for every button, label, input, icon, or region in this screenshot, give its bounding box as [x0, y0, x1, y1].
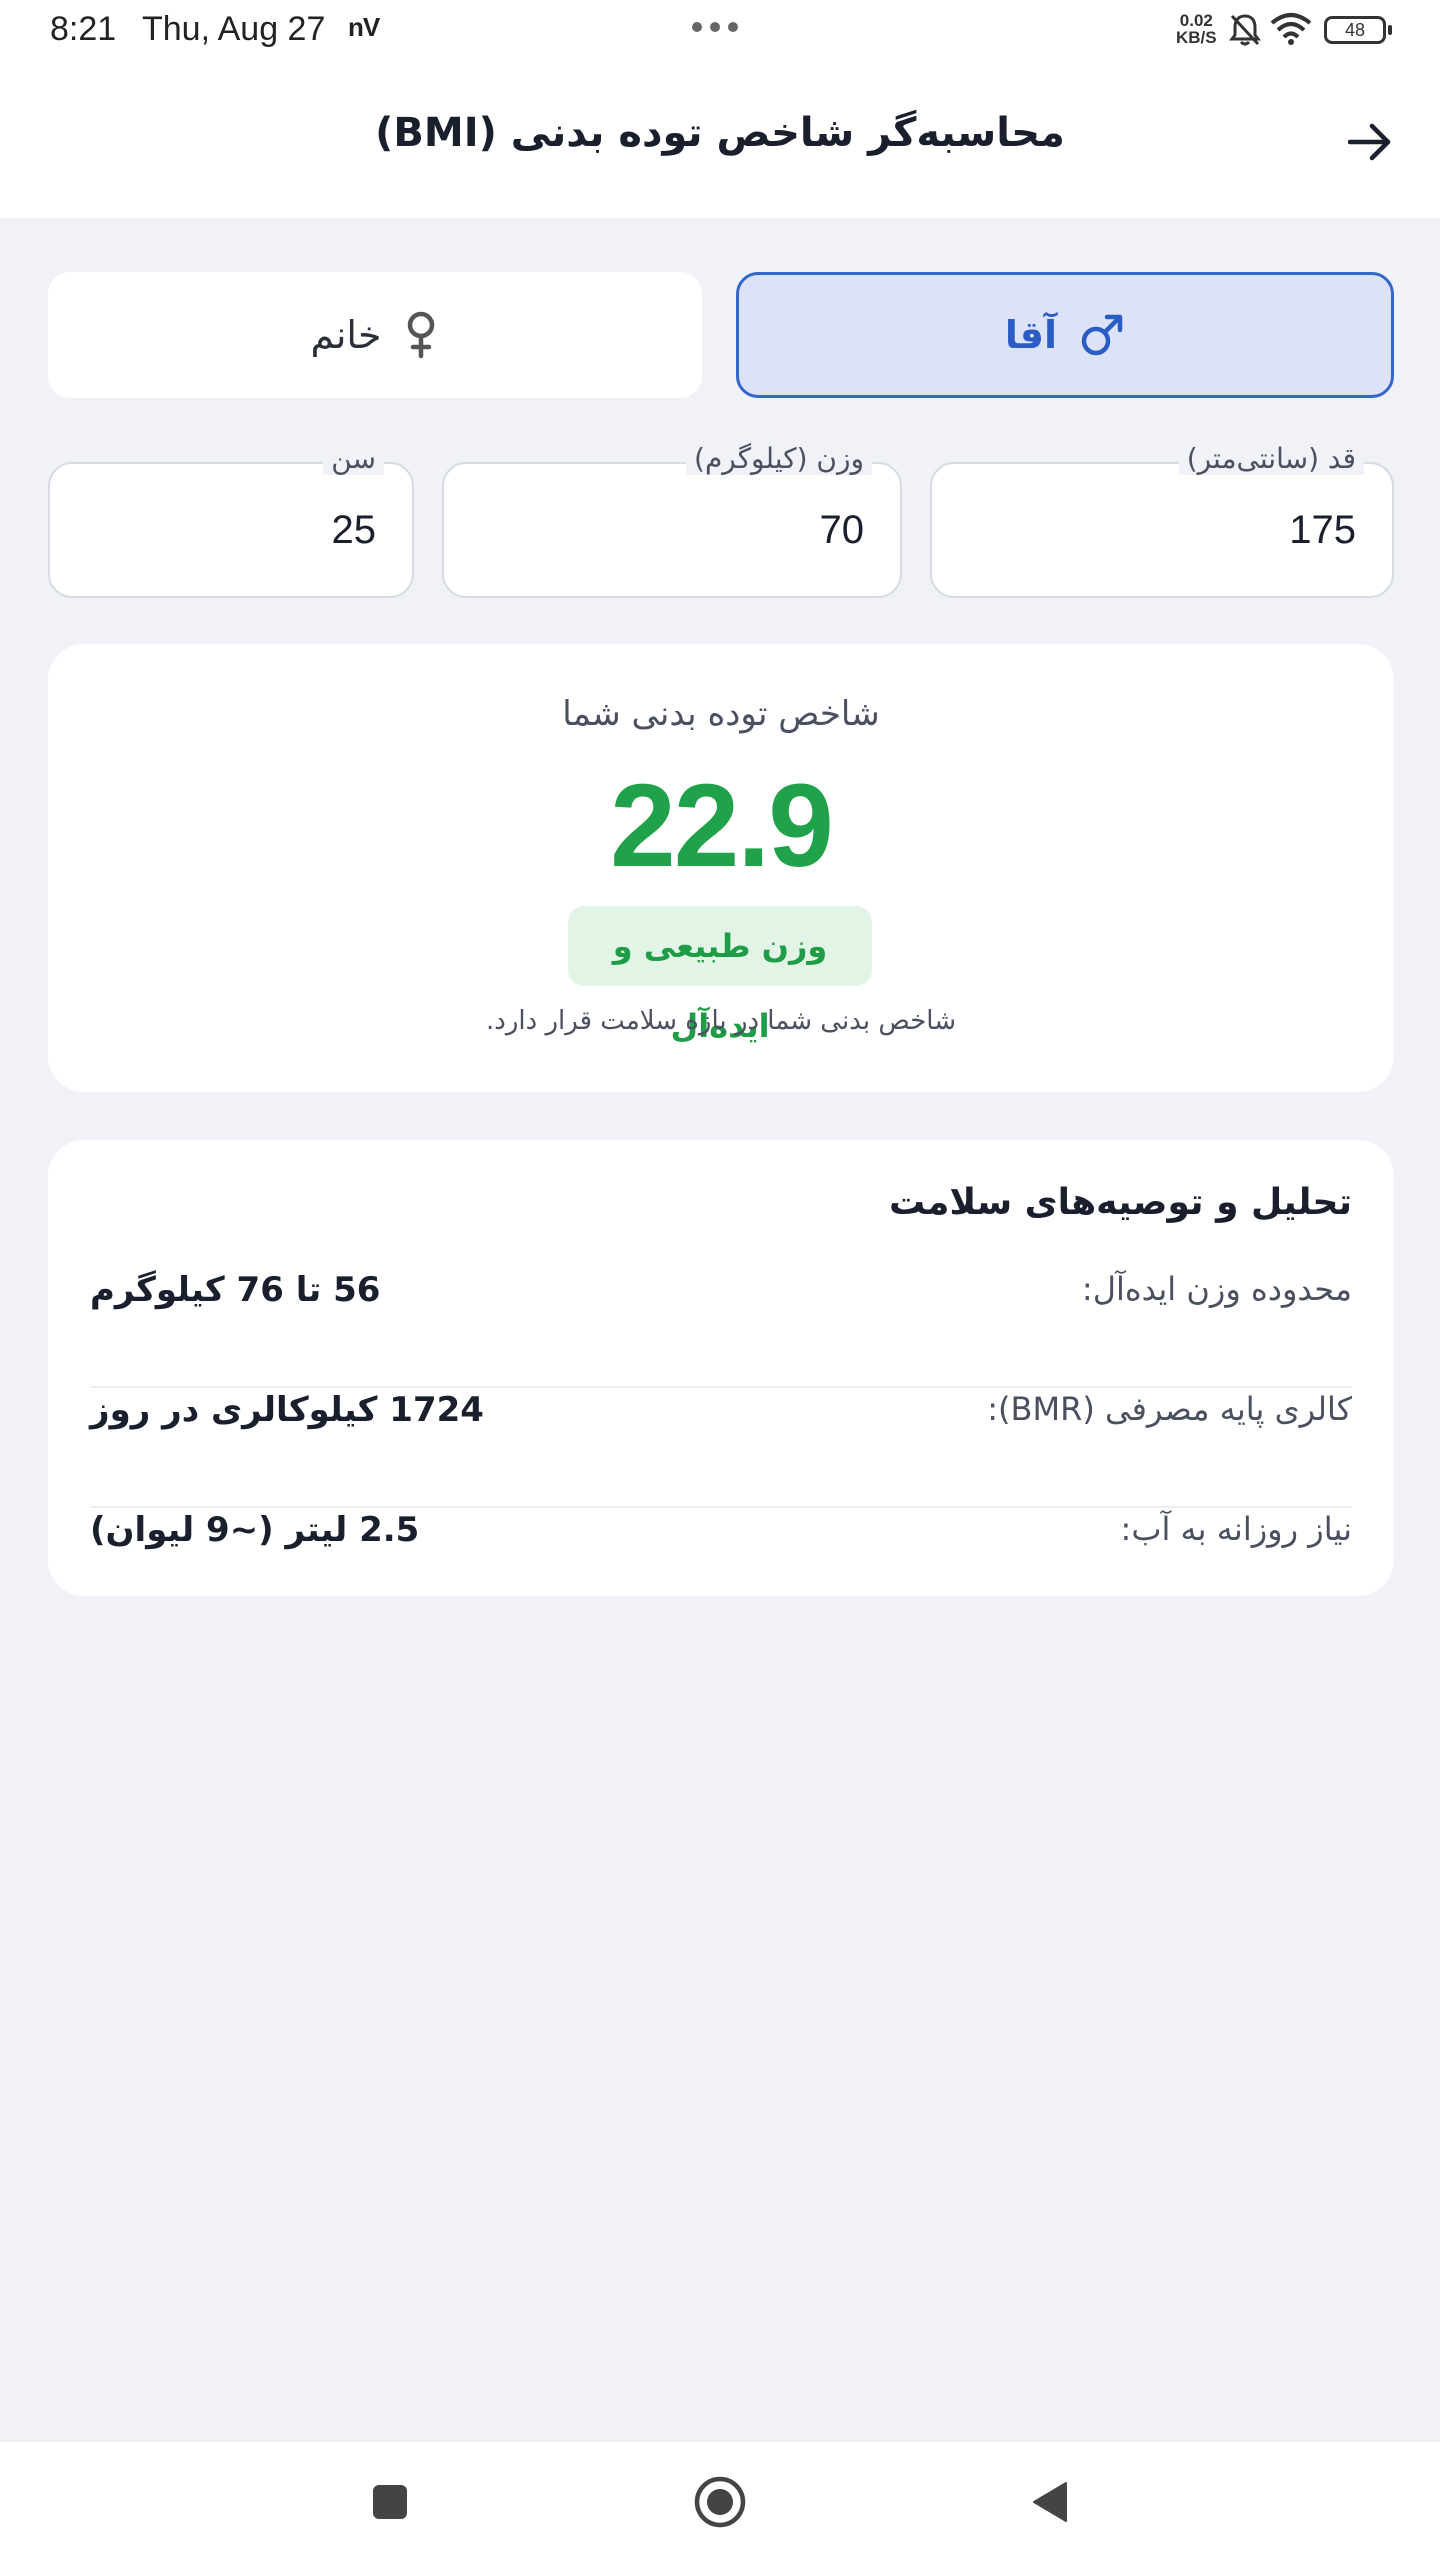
bmi-note: شاخص بدنی شما در بازه سلامت قرار دارد. — [486, 1006, 956, 1036]
bmr-value: 1724 کیلوکالری در روز — [90, 1390, 484, 1430]
ideal-weight-value: 56 تا 76 کیلوگرم — [90, 1270, 381, 1310]
analysis-title: تحلیل و توصیه‌های سلامت — [889, 1182, 1352, 1223]
square-icon — [373, 2485, 407, 2519]
bell-muted-icon — [1228, 12, 1262, 57]
bmi-status-badge: وزن طبیعی و ایده‌آل — [568, 906, 872, 1045]
wifi-icon — [1270, 12, 1312, 55]
water-value: 2.5 لیتر (~9 لیوان) — [90, 1510, 420, 1550]
battery-icon: 48 — [1324, 16, 1392, 44]
triangle-back-icon — [1033, 2482, 1067, 2522]
bmi-result-card: شاخص توده بدنی شما 22.9 وزن طبیعی و ایده… — [48, 644, 1394, 1092]
arrow-right-icon — [1348, 123, 1391, 161]
home-button[interactable] — [688, 2470, 752, 2534]
ideal-weight-label: محدوده وزن ایده‌آل: — [1081, 1270, 1352, 1308]
height-value[interactable]: 175 — [1289, 508, 1356, 553]
net-speed: 0.02 KB/S — [1176, 12, 1217, 46]
system-nav-bar — [0, 2442, 1440, 2560]
health-analysis-card: تحلیل و توصیه‌های سلامت محدوده وزن ایده‌… — [48, 1140, 1394, 1596]
age-label: سن — [323, 442, 384, 475]
gender-female-button[interactable]: خانم — [48, 272, 702, 398]
back-button[interactable] — [1340, 114, 1400, 170]
net-speed-value: 0.02 — [1179, 11, 1213, 30]
female-icon — [408, 311, 435, 359]
more-dots-icon — [692, 22, 738, 32]
analysis-row-ideal-weight: محدوده وزن ایده‌آل: 56 تا 76 کیلوگرم — [90, 1270, 1352, 1388]
analysis-row-water: نیاز روزانه به آب: 2.5 لیتر (~9 لیوان) — [90, 1510, 1352, 1628]
height-label: قد (سانتی‌متر) — [1178, 442, 1364, 475]
net-speed-unit: KB/S — [1176, 28, 1217, 47]
analysis-row-bmr: کالری پایه مصرفی (BMR): 1724 کیلوکالری د… — [90, 1390, 1352, 1508]
carrier-icon: nV — [348, 12, 380, 42]
gender-male-label: آقا — [1004, 313, 1058, 357]
age-value[interactable]: 25 — [332, 508, 377, 553]
page-title: محاسبه‌گر شاخص توده بدنی (BMI) — [375, 110, 1065, 156]
age-field[interactable]: سن 25 — [48, 442, 414, 598]
status-date: Thu, Aug 27 — [142, 10, 326, 48]
gender-male-button[interactable]: آقا — [736, 272, 1394, 398]
nav-back-button[interactable] — [1018, 2470, 1082, 2534]
weight-field[interactable]: وزن (کیلوگرم) 70 — [442, 442, 902, 598]
bmi-result-title: شاخص توده بدنی شما — [562, 694, 880, 734]
bmi-value: 22.9 — [610, 760, 834, 892]
status-bar: 8:21 Thu, Aug 27 nV 0.02 KB/S 48 — [0, 0, 1440, 62]
weight-value[interactable]: 70 — [820, 508, 865, 553]
weight-label: وزن (کیلوگرم) — [686, 442, 872, 475]
recent-apps-button[interactable] — [358, 2470, 422, 2534]
male-icon — [1081, 314, 1123, 356]
status-time: 8:21 — [50, 10, 117, 48]
water-label: نیاز روزانه به آب: — [1120, 1510, 1352, 1548]
height-field[interactable]: قد (سانتی‌متر) 175 — [930, 442, 1394, 598]
app-bar: محاسبه‌گر شاخص توده بدنی (BMI) — [0, 62, 1440, 218]
home-circle-icon — [694, 2476, 746, 2528]
bmr-label: کالری پایه مصرفی (BMR): — [987, 1390, 1352, 1428]
gender-female-label: خانم — [310, 313, 382, 357]
